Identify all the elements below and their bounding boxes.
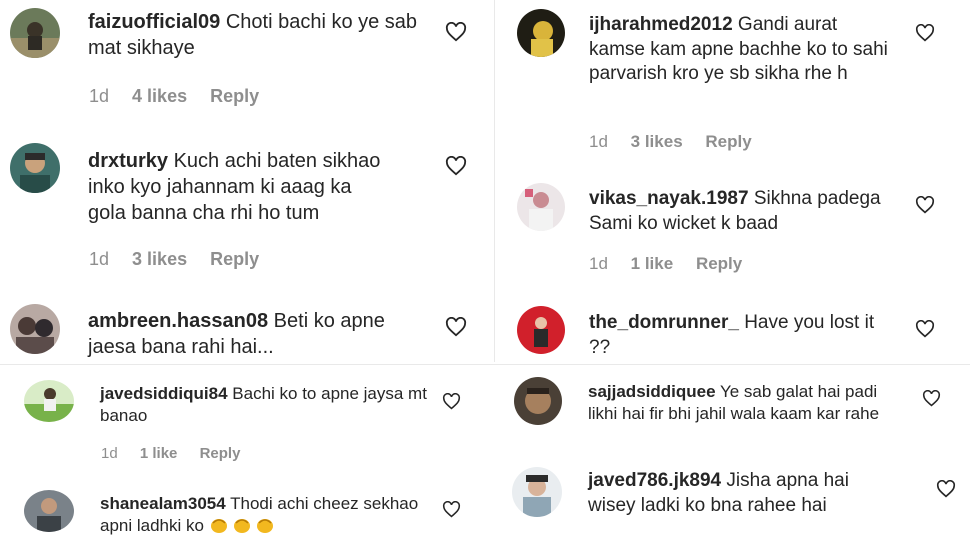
comment-meta: 1d 4 likes Reply	[89, 86, 277, 107]
comment-username[interactable]: sajjadsiddiquee	[588, 382, 716, 401]
comment-likes[interactable]: 1 like	[631, 254, 674, 273]
comment-body: javedsiddiqui84 Bachi ko to apne jaysa m…	[100, 383, 430, 427]
heart-icon[interactable]	[445, 156, 467, 176]
comment-time: 1d	[589, 254, 608, 273]
clapping-hands-emoji	[256, 519, 273, 534]
comment-body: vikas_nayak.1987 Sikhna padega Sami ko w…	[589, 187, 899, 236]
heart-icon[interactable]	[936, 480, 956, 498]
comment-meta: 1d 1 like Reply	[101, 445, 258, 462]
comment-time: 1d	[89, 249, 110, 269]
comment-time: 1d	[589, 132, 608, 151]
comment-item: faizuofficial09 Choti bachi ko ye sab ma…	[0, 0, 493, 120]
comment-item: sajjadsiddiquee Ye sab galat hai padi li…	[492, 366, 970, 458]
comment-username[interactable]: drxturky	[88, 150, 168, 172]
avatar[interactable]	[517, 306, 565, 354]
comment-item: javed786.jk894 Jisha apna hai wisey ladk…	[492, 458, 970, 545]
reply-button[interactable]: Reply	[705, 132, 751, 151]
comment-meta: 1d 1 like Reply	[589, 254, 760, 274]
comment-body: the_domrunner_ Have you lost it ??	[589, 311, 899, 360]
comment-likes[interactable]: 1 like	[140, 445, 178, 462]
heart-icon[interactable]	[445, 317, 467, 337]
heart-icon[interactable]	[445, 22, 467, 42]
comment-item: javedsiddiqui84 Bachi ko to apne jaysa m…	[0, 366, 490, 476]
comment-body: sajjadsiddiquee Ye sab galat hai padi li…	[588, 381, 888, 425]
comment-username[interactable]: faizuofficial09	[88, 11, 220, 33]
avatar[interactable]	[512, 467, 562, 517]
avatar[interactable]	[10, 143, 60, 193]
heart-icon[interactable]	[922, 390, 941, 407]
comment-body: ambreen.hassan08 Beti ko apne jaesa bana…	[88, 308, 418, 360]
avatar[interactable]	[24, 380, 74, 422]
heart-icon[interactable]	[915, 196, 935, 214]
avatar[interactable]	[10, 304, 60, 354]
comment-meta: 1d 3 likes Reply	[589, 132, 770, 152]
panel-divider	[0, 364, 970, 365]
comment-likes[interactable]: 4 likes	[132, 86, 187, 106]
comment-body: drxturky Kuch achi baten sikhao inko kyo…	[88, 148, 393, 226]
avatar[interactable]	[10, 8, 60, 58]
avatar[interactable]	[517, 183, 565, 231]
avatar[interactable]	[514, 377, 562, 425]
comment-item: vikas_nayak.1987 Sikhna padega Sami ko w…	[497, 178, 970, 288]
comment-time: 1d	[89, 86, 110, 106]
heart-icon[interactable]	[915, 320, 935, 338]
reply-button[interactable]: Reply	[200, 445, 241, 462]
comment-body: ijharahmed2012 Gandi aurat kamse kam apn…	[589, 13, 889, 87]
comment-likes[interactable]: 3 likes	[631, 132, 683, 151]
comment-username[interactable]: javed786.jk894	[588, 470, 721, 491]
comment-item: shanealam3054 Thodi achi cheez sekhao ap…	[0, 484, 490, 545]
comment-meta: 1d 3 likes Reply	[89, 249, 277, 270]
avatar[interactable]	[24, 490, 74, 532]
reply-button[interactable]: Reply	[210, 86, 259, 106]
comment-item: ijharahmed2012 Gandi aurat kamse kam apn…	[497, 0, 970, 170]
comment-body: faizuofficial09 Choti bachi ko ye sab ma…	[88, 9, 418, 61]
comment-body: javed786.jk894 Jisha apna hai wisey ladk…	[588, 469, 898, 518]
comment-username[interactable]: javedsiddiqui84	[100, 384, 228, 403]
reply-button[interactable]: Reply	[696, 254, 742, 273]
comment-username[interactable]: ambreen.hassan08	[88, 310, 268, 332]
comment-time: 1d	[101, 445, 118, 462]
comment-panel-bottom-left: javedsiddiqui84 Bachi ko to apne jaysa m…	[0, 366, 490, 545]
heart-icon[interactable]	[442, 501, 461, 518]
comment-item: ambreen.hassan08 Beti ko apne jaesa bana…	[0, 295, 493, 362]
comment-panel-bottom-right: sajjadsiddiquee Ye sab galat hai padi li…	[492, 366, 970, 545]
comment-body: shanealam3054 Thodi achi cheez sekhao ap…	[100, 493, 430, 537]
avatar[interactable]	[517, 9, 565, 57]
comment-username[interactable]: shanealam3054	[100, 494, 226, 513]
panel-divider	[494, 0, 495, 362]
reply-button[interactable]: Reply	[210, 249, 259, 269]
comment-panel-top-right: ijharahmed2012 Gandi aurat kamse kam apn…	[497, 0, 970, 362]
comment-item: the_domrunner_ Have you lost it ??	[497, 300, 970, 362]
comment-panel-top-left: faizuofficial09 Choti bachi ko ye sab ma…	[0, 0, 493, 362]
comment-username[interactable]: vikas_nayak.1987	[589, 188, 749, 209]
comment-likes[interactable]: 3 likes	[132, 249, 187, 269]
heart-icon[interactable]	[442, 393, 461, 410]
comment-username[interactable]: the_domrunner_	[589, 312, 739, 333]
clapping-hands-emoji	[210, 519, 227, 534]
heart-icon[interactable]	[915, 24, 935, 42]
comment-item: drxturky Kuch achi baten sikhao inko kyo…	[0, 135, 493, 285]
clapping-hands-emoji	[233, 519, 250, 534]
comment-username[interactable]: ijharahmed2012	[589, 14, 733, 35]
